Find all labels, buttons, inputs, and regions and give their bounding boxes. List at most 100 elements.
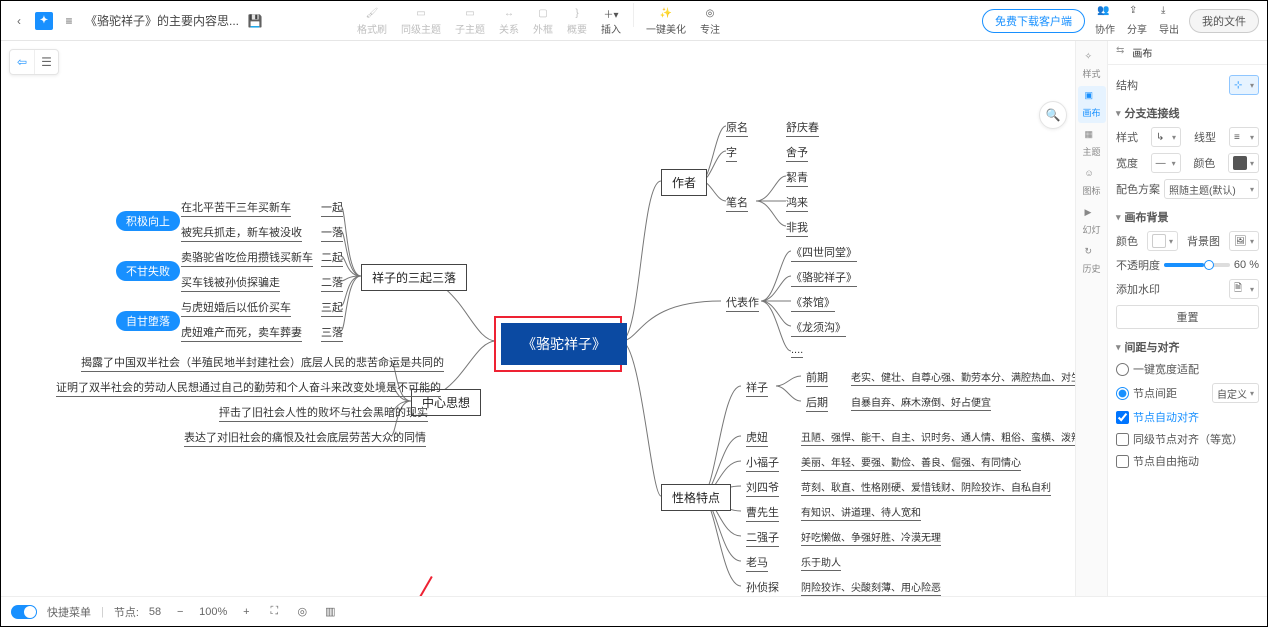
quickmenu-toggle[interactable] [11, 605, 37, 619]
leaf[interactable]: 笔名 [726, 194, 748, 212]
leaf[interactable]: 乐于助人 [801, 554, 841, 571]
app-logo-icon[interactable]: ✦ [35, 12, 53, 30]
tool-summary[interactable]: }概要 [561, 3, 593, 38]
leaf[interactable]: 舍予 [786, 144, 808, 162]
style-select[interactable]: ↳▾ [1151, 127, 1181, 147]
gap-select[interactable]: 自定义▾ [1212, 383, 1259, 403]
collab-button[interactable]: 👥协作 [1091, 5, 1119, 36]
leaf[interactable]: 在北平苦干三年买新车 [181, 199, 291, 217]
tab-b[interactable]: 画布 [1132, 45, 1152, 60]
tool-boundary[interactable]: ▢外框 [527, 3, 559, 38]
tool-beautify[interactable]: ✨一键美化 [640, 3, 692, 38]
leaf[interactable]: 有知识、讲道理、待人宽和 [801, 504, 921, 521]
bgcolor-select[interactable]: ▾ [1147, 231, 1178, 251]
myfiles-button[interactable]: 我的文件 [1189, 9, 1259, 33]
leaf[interactable]: 祥子 [746, 379, 768, 397]
leaf[interactable]: 三落 [321, 324, 343, 342]
sec-bg[interactable]: 画布背景 [1116, 209, 1259, 225]
menu-icon[interactable]: ≡ [59, 11, 79, 31]
leaf[interactable]: 前期 [806, 369, 828, 387]
bgimg-select[interactable]: 🖼▾ [1229, 231, 1259, 251]
leaf[interactable]: .... [791, 344, 803, 358]
download-button[interactable]: 免费下载客户端 [982, 9, 1085, 33]
leaf[interactable]: 美丽、年轻、要强、勤俭、善良、倔强、有同情心 [801, 454, 1021, 471]
sec-branch[interactable]: 分支连接线 [1116, 105, 1259, 121]
zoom-in-button[interactable]: + [237, 603, 255, 621]
leaf[interactable]: 《四世同堂》 [791, 244, 857, 262]
zoom-out-button[interactable]: − [171, 603, 189, 621]
outline-view-icon[interactable]: ☰ [34, 50, 58, 74]
leaf[interactable]: 后期 [806, 394, 828, 412]
opacity-slider[interactable] [1164, 263, 1230, 267]
leaf[interactable]: 絜青 [786, 169, 808, 187]
leaf[interactable]: 被宪兵抓走，新车被没收 [181, 224, 302, 242]
minimap-button[interactable]: ▥ [321, 603, 339, 621]
save-icon[interactable]: 💾 [245, 11, 265, 31]
fit-screen-button[interactable]: ⛶ [265, 603, 283, 621]
leaf[interactable]: 抨击了旧社会人性的败坏与社会黑暗的现实 [219, 404, 428, 422]
tool-child[interactable]: ▭子主题 [449, 3, 491, 38]
back-icon[interactable]: ‹ [9, 11, 29, 31]
sec-align[interactable]: 间距与对齐 [1116, 339, 1259, 355]
locate-button[interactable]: ◎ [293, 603, 311, 621]
leaf[interactable]: 二起 [321, 249, 343, 267]
leaf[interactable]: 与虎妞婚后以低价买车 [181, 299, 291, 317]
leaf[interactable]: 虎妞 [746, 429, 768, 447]
structure-select[interactable]: ⊹▾ [1229, 75, 1259, 95]
leaf[interactable]: 苛刻、耿直、性格刚硬、爱惜钱财、阴险狡诈、自私自利 [801, 479, 1051, 496]
center-node[interactable]: 《骆驼祥子》 [501, 323, 627, 365]
rail-slide[interactable]: ▶幻灯 [1078, 203, 1106, 240]
leaf[interactable]: 二落 [321, 274, 343, 292]
mindmap-canvas[interactable]: ⇦ ☰ 🔍 [1, 41, 1075, 596]
search-button[interactable]: 🔍 [1039, 101, 1067, 129]
width-select[interactable]: —▾ [1151, 153, 1181, 173]
tool-sibling[interactable]: ▭同级主题 [395, 3, 447, 38]
rail-style[interactable]: ✧样式 [1078, 47, 1106, 84]
leaf[interactable]: 一起 [321, 199, 343, 217]
leaf[interactable]: 字 [726, 144, 737, 162]
opt-gap[interactable]: 节点间距 [1116, 385, 1177, 401]
leaf[interactable]: 卖骆驼省吃俭用攒钱买新车 [181, 249, 313, 267]
leaf[interactable]: 老马 [746, 554, 768, 572]
leaf[interactable]: 表达了对旧社会的痛恨及社会底层劳苦大众的同情 [184, 429, 426, 447]
rail-icon[interactable]: ☺图标 [1078, 164, 1106, 201]
leaf[interactable]: 小福子 [746, 454, 779, 472]
leaf[interactable]: 证明了双半社会的劳动人民想通过自己的勤劳和个人奋斗来改变处境是不可能的 [56, 379, 441, 397]
leaf[interactable]: 鸿来 [786, 194, 808, 212]
leaf[interactable]: 丑陋、强悍、能干、自主、识时务、通人情、粗俗、蛮横、泼辣、精明、自私 [801, 429, 1075, 446]
node-traits[interactable]: 性格特点 [661, 484, 731, 511]
leaf[interactable]: 原名 [726, 119, 748, 137]
leaf[interactable]: 《骆驼祥子》 [791, 269, 857, 287]
color-select[interactable]: ▾ [1228, 153, 1259, 173]
leaf[interactable]: 买车钱被孙侦探骗走 [181, 274, 280, 292]
leaf[interactable]: 阴险狡诈、尖酸刻薄、用心险恶 [801, 579, 941, 596]
tool-focus[interactable]: ◎专注 [694, 3, 726, 38]
leaf[interactable]: 《茶馆》 [791, 294, 835, 312]
leaf[interactable]: 舒庆春 [786, 119, 819, 137]
tag-positive[interactable]: 积极向上 [116, 211, 180, 231]
tool-format[interactable]: 🖌格式刷 [351, 3, 393, 38]
line-select[interactable]: ≡▾ [1229, 127, 1259, 147]
leaf[interactable]: 孙侦探 [746, 579, 779, 596]
node-works[interactable]: 代表作 [726, 294, 759, 312]
rail-theme[interactable]: ▦主题 [1078, 125, 1106, 162]
scheme-select[interactable]: 照随主题(默认)▾ [1164, 179, 1259, 199]
leaf[interactable]: 刘四爷 [746, 479, 779, 497]
share-view-icon[interactable]: ⇦ [10, 50, 34, 74]
leaf[interactable]: 好吃懒做、争强好胜、冷漠无理 [801, 529, 941, 546]
watermark-select[interactable]: 🗎▾ [1229, 279, 1259, 299]
leaf[interactable]: 二强子 [746, 529, 779, 547]
leaf[interactable]: 非我 [786, 219, 808, 237]
tool-insert[interactable]: ＋▾插入 [595, 3, 627, 38]
tool-relation[interactable]: ↔关系 [493, 3, 525, 38]
leaf[interactable]: 自暴自弃、麻木潦倒、好占便宜 [851, 394, 991, 411]
opt-fit[interactable]: 一键宽度适配 [1116, 361, 1259, 377]
leaf[interactable]: 曹先生 [746, 504, 779, 522]
reset-button[interactable]: 重置 [1116, 305, 1259, 329]
leaf[interactable]: 《龙须沟》 [791, 319, 846, 337]
chk-free-drag[interactable]: 节点自由拖动 [1116, 453, 1259, 469]
rail-history[interactable]: ↻历史 [1078, 242, 1106, 279]
tab-a[interactable]: ⇆ [1116, 45, 1124, 60]
leaf[interactable]: 老实、健壮、自尊心强、勤劳本分、满腔热血、对生活充满激情 [851, 369, 1075, 386]
chk-same-level[interactable]: 同级节点对齐（等宽） [1116, 431, 1259, 447]
